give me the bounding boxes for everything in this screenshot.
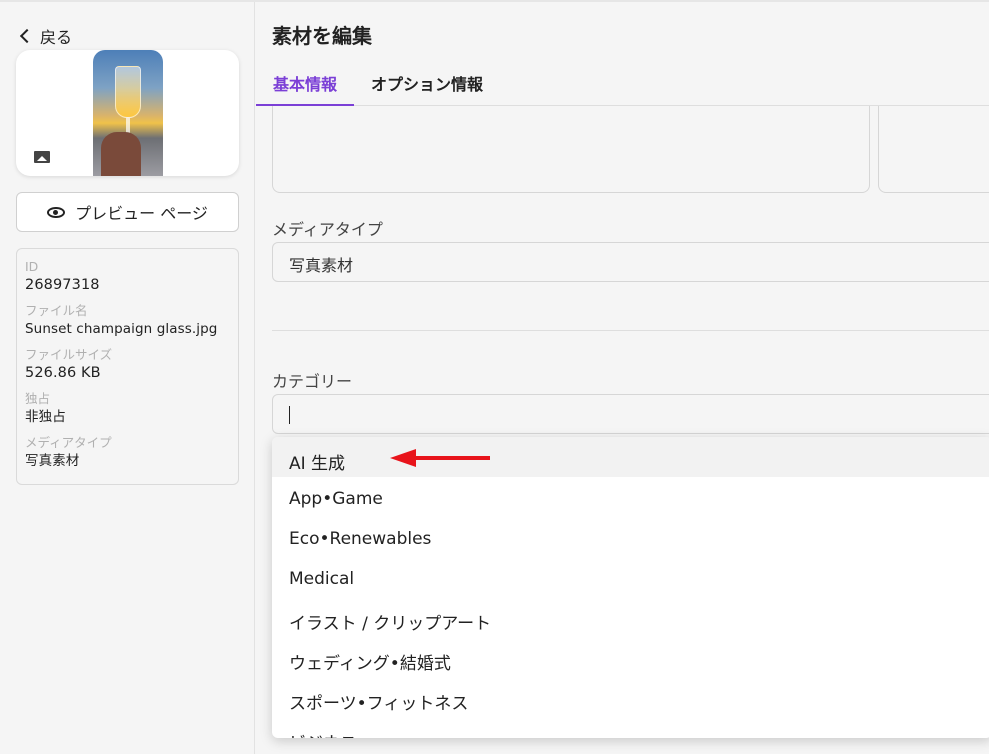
preview-page-button[interactable]: プレビュー ページ xyxy=(16,192,239,232)
info-value-filesize: 526.86 KB xyxy=(25,365,101,381)
info-value-id: 26897318 xyxy=(25,277,100,293)
dropdown-option[interactable]: App•Game xyxy=(272,477,989,517)
chevron-left-icon xyxy=(19,28,35,44)
page-title: 素材を編集 xyxy=(272,24,372,48)
dropdown-option[interactable]: スポーツ•フィットネス xyxy=(272,677,989,717)
tab-bar: 基本情報 オプション情報 xyxy=(256,62,989,106)
thumbnail-hand xyxy=(101,132,141,176)
back-button[interactable]: 戻る xyxy=(19,24,73,48)
media-type-value: 写真素材 xyxy=(289,256,354,275)
info-value-exclusive: 非独占 xyxy=(25,409,66,425)
category-input[interactable] xyxy=(272,394,989,434)
media-type-field[interactable]: 写真素材 xyxy=(272,242,989,282)
asset-thumbnail-card[interactable] xyxy=(16,50,239,176)
description-textarea[interactable] xyxy=(272,106,870,193)
eye-icon xyxy=(47,206,66,218)
category-label: カテゴリー xyxy=(272,372,353,391)
info-label-exclusive: 独占 xyxy=(25,391,51,406)
dropdown-option[interactable]: Medical xyxy=(272,557,989,597)
sidebar: 戻る プレビュー ページ ID 26897318 ファイル名 Sunset ch… xyxy=(0,2,255,754)
tab-option-info[interactable]: オプション情報 xyxy=(371,71,483,95)
info-value-media-type: 写真素材 xyxy=(25,453,80,469)
media-type-label: メディアタイプ xyxy=(272,220,383,239)
thumbnail-glass xyxy=(115,66,141,118)
info-label-filename: ファイル名 xyxy=(25,303,88,318)
category-dropdown: AI 生成 App•Game Eco•Renewables Medical イラ… xyxy=(272,437,989,738)
dropdown-option[interactable]: ウェディング•結婚式 xyxy=(272,637,989,677)
tab-basic-info[interactable]: 基本情報 xyxy=(273,71,337,95)
dropdown-option[interactable]: イラスト / クリップアート xyxy=(272,597,989,637)
info-value-filename: Sunset champaign glass.jpg xyxy=(25,321,218,337)
preview-label: プレビュー ページ xyxy=(75,204,208,223)
section-divider xyxy=(272,330,989,331)
asset-info-card: ID 26897318 ファイル名 Sunset champaign glass… xyxy=(16,248,239,485)
dropdown-option[interactable]: ビジネス xyxy=(272,717,989,738)
asset-thumbnail xyxy=(93,50,163,176)
info-label-id: ID xyxy=(25,259,39,274)
secondary-textarea[interactable] xyxy=(878,106,989,193)
red-arrow-annotation-icon xyxy=(390,449,490,467)
text-caret xyxy=(289,405,290,424)
main-panel: 素材を編集 基本情報 オプション情報 メディアタイプ 写真素材 カテゴリー AI… xyxy=(256,2,989,754)
back-label: 戻る xyxy=(40,28,73,47)
dropdown-option[interactable]: AI 生成 xyxy=(272,437,989,477)
info-label-filesize: ファイルサイズ xyxy=(25,347,113,362)
image-icon xyxy=(34,151,50,163)
dropdown-option[interactable]: Eco•Renewables xyxy=(272,517,989,557)
info-label-media-type: メディアタイプ xyxy=(25,435,112,450)
